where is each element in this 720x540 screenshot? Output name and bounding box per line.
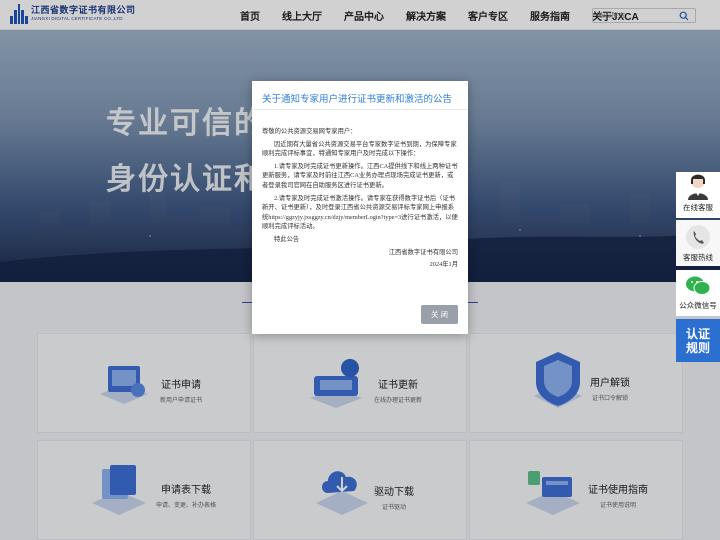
card-cert-guide[interactable]: 证书使用指南 证书使用说明	[469, 440, 683, 540]
card-user-unlock-title: 用户解锁	[590, 378, 630, 389]
side-wechat-label: 公众微信号	[679, 301, 717, 310]
announcement-modal: 关于通知专家用户进行证书更新和激活的公告 尊敬的公共资源交易网专家用户： 因近期…	[252, 81, 468, 334]
cloud-download-icon	[316, 471, 368, 515]
side-hotline-label: 客服热线	[683, 253, 713, 262]
card-cert-renew-sub: 在线办理证书更新	[374, 398, 423, 404]
nav-products[interactable]: 产品中心	[344, 8, 384, 23]
modal-greeting: 尊敬的公共资源交易网专家用户：	[262, 128, 357, 135]
modal-body: 尊敬的公共资源交易网专家用户： 因近期有大量省公共资源交易平台专家数字证书到期，…	[262, 127, 458, 273]
search-input[interactable]	[597, 12, 677, 19]
modal-closing: 特此公告	[274, 235, 300, 243]
card-form-download-sub: 申请、变更、补办表格	[156, 503, 217, 509]
card-driver-download-sub: 证书驱动	[381, 505, 406, 511]
card-cert-apply[interactable]: 证书申请 新用户申请证书	[37, 333, 251, 433]
company-logo[interactable]: 江西省数字证书有限公司 JIANGXI DIGITAL CERTIFICATE …	[10, 4, 136, 24]
modal-paragraph-2: 1.请专家及时完成证书更新操作。江西CA提供线下和线上两种证书更新服务，请专家及…	[262, 162, 458, 189]
cert-renew-icon	[310, 359, 362, 408]
form-download-icon	[92, 465, 146, 515]
logo-mark-icon	[10, 4, 28, 24]
banner-slogan-line1: 专业可信的	[106, 107, 266, 140]
side-online-service-label: 在线客服	[683, 203, 713, 212]
rules-line1: 认证	[685, 326, 710, 341]
modal-title-divider	[252, 109, 468, 110]
card-form-download-title: 申请表下载	[161, 485, 211, 496]
wechat-icon	[686, 276, 711, 295]
modal-signature: 江西省数字证书有限公司	[388, 248, 458, 256]
card-cert-apply-sub: 新用户申请证书	[160, 398, 203, 404]
card-cert-guide-sub: 证书使用说明	[599, 503, 636, 509]
modal-title: 关于通知专家用户进行证书更新和激活的公告	[262, 94, 453, 105]
card-driver-download-title: 驱动下载	[374, 487, 414, 498]
nav-solutions[interactable]: 解决方案	[406, 8, 446, 23]
nav-online-hall[interactable]: 线上大厅	[282, 8, 322, 23]
side-wechat[interactable]: 公众微信号	[676, 270, 720, 316]
card-driver-download[interactable]: 驱动下载 证书驱动	[253, 440, 467, 540]
card-cert-apply-title: 证书申请	[161, 380, 201, 391]
nav-service-guide[interactable]: 服务指南	[530, 8, 570, 23]
card-cert-renew-title: 证书更新	[378, 380, 418, 391]
modal-paragraph-1: 因近期有大量省公共资源交易平台专家数字证书到期，为保障专家顺利完成评标事宜，特通…	[262, 140, 457, 158]
side-hotline[interactable]: 客服热线	[676, 220, 720, 266]
modal-date: 2024年1月	[429, 261, 458, 269]
card-cert-guide-title: 证书使用指南	[588, 485, 648, 496]
nav-customer-zone[interactable]: 客户专区	[468, 8, 508, 23]
phone-icon	[686, 225, 710, 249]
site-search	[592, 8, 696, 23]
customer-service-avatar-icon	[688, 174, 708, 200]
site-header: 江西省数字证书有限公司 JIANGXI DIGITAL CERTIFICATE …	[0, 0, 720, 30]
modal-close-button[interactable]: 关 闭	[421, 305, 458, 324]
logo-name-en: JIANGXI DIGITAL CERTIFICATE CO.,LTD	[31, 16, 123, 22]
logo-name-cn: 江西省数字证书有限公司	[31, 5, 136, 16]
card-form-download[interactable]: 申请表下载 申请、变更、补办表格	[37, 440, 251, 540]
guide-book-icon	[526, 471, 580, 515]
cert-apply-icon	[100, 366, 148, 404]
nav-home[interactable]: 首页	[240, 8, 260, 23]
side-certification-rules[interactable]: 认证 规则	[676, 319, 720, 362]
rules-line2: 规则	[685, 340, 710, 355]
shield-icon	[534, 352, 582, 408]
modal-paragraph-3: 2.请专家及时完成证书激活操作。请专家在获得数字证书后（证书新开、证书更新），及…	[262, 194, 458, 231]
card-cert-renew[interactable]: 证书更新 在线办理证书更新	[253, 333, 467, 433]
search-icon[interactable]	[677, 9, 691, 23]
card-user-unlock[interactable]: 用户解锁 证书口令解锁	[469, 333, 683, 433]
card-user-unlock-sub: 证书口令解锁	[591, 396, 628, 402]
side-online-service[interactable]: 在线客服	[676, 172, 720, 218]
